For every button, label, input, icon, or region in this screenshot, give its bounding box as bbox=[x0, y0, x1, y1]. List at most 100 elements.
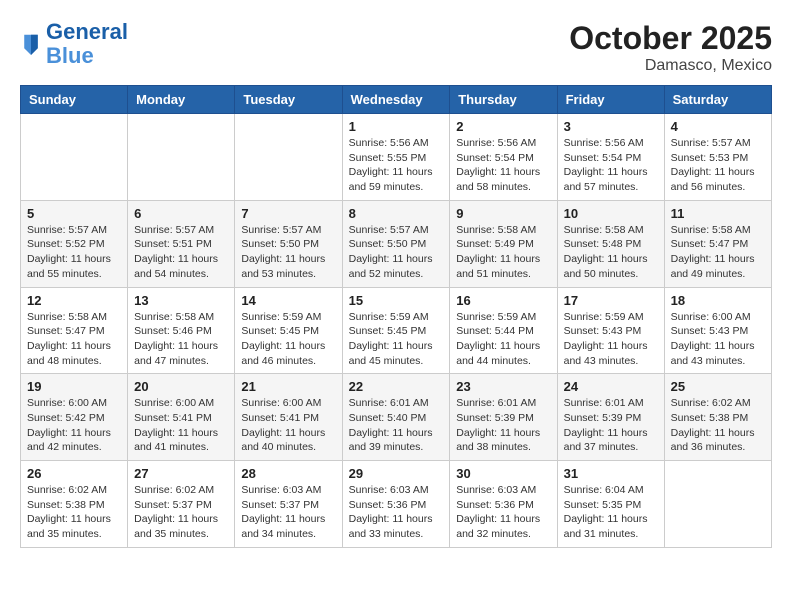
day-info: Sunrise: 6:02 AM Sunset: 5:37 PM Dayligh… bbox=[134, 483, 228, 542]
calendar-cell: 4 Sunrise: 5:57 AM Sunset: 5:53 PM Daylig… bbox=[664, 114, 771, 201]
day-number: 14 bbox=[241, 293, 335, 308]
calendar-cell: 6 Sunrise: 5:57 AM Sunset: 5:51 PM Daylig… bbox=[128, 200, 235, 287]
day-number: 23 bbox=[456, 379, 550, 394]
day-info: Sunrise: 6:04 AM Sunset: 5:35 PM Dayligh… bbox=[564, 483, 658, 542]
calendar-cell: 10 Sunrise: 5:58 AM Sunset: 5:48 PM Dayli… bbox=[557, 200, 664, 287]
calendar-table: SundayMondayTuesdayWednesdayThursdayFrid… bbox=[20, 85, 772, 548]
calendar-cell: 11 Sunrise: 5:58 AM Sunset: 5:47 PM Dayli… bbox=[664, 200, 771, 287]
day-number: 24 bbox=[564, 379, 658, 394]
calendar-cell: 13 Sunrise: 5:58 AM Sunset: 5:46 PM Dayli… bbox=[128, 287, 235, 374]
day-number: 8 bbox=[349, 206, 444, 221]
day-number: 21 bbox=[241, 379, 335, 394]
calendar-week-row: 26Sunrise: 6:02 AM Sunset: 5:38 PM Dayli… bbox=[21, 461, 772, 548]
calendar-week-row: 1 Sunrise: 5:56 AM Sunset: 5:55 PM Daylig… bbox=[21, 114, 772, 201]
calendar-cell: 31 Sunrise: 6:04 AM Sunset: 5:35 PM Dayli… bbox=[557, 461, 664, 548]
day-number: 2 bbox=[456, 119, 550, 134]
day-info: Sunrise: 6:01 AM Sunset: 5:39 PM Dayligh… bbox=[564, 396, 658, 455]
day-info: Sunrise: 6:03 AM Sunset: 5:37 PM Dayligh… bbox=[241, 483, 335, 542]
day-number: 26 bbox=[27, 466, 121, 481]
day-number: 28 bbox=[241, 466, 335, 481]
day-info: Sunrise: 6:03 AM Sunset: 5:36 PM Dayligh… bbox=[349, 483, 444, 542]
logo-text: General Blue bbox=[46, 20, 128, 68]
day-number: 19 bbox=[27, 379, 121, 394]
day-number: 22 bbox=[349, 379, 444, 394]
calendar-cell: 8Sunrise: 5:57 AM Sunset: 5:50 PM Daylig… bbox=[342, 200, 450, 287]
day-info: Sunrise: 5:56 AM Sunset: 5:54 PM Dayligh… bbox=[456, 136, 550, 195]
calendar-cell: 18 Sunrise: 6:00 AM Sunset: 5:43 PM Dayli… bbox=[664, 287, 771, 374]
day-number: 11 bbox=[671, 206, 765, 221]
calendar-cell: 5Sunrise: 5:57 AM Sunset: 5:52 PM Daylig… bbox=[21, 200, 128, 287]
day-number: 29 bbox=[349, 466, 444, 481]
calendar-week-row: 5Sunrise: 5:57 AM Sunset: 5:52 PM Daylig… bbox=[21, 200, 772, 287]
day-info: Sunrise: 6:02 AM Sunset: 5:38 PM Dayligh… bbox=[671, 396, 765, 455]
calendar-cell: 14 Sunrise: 5:59 AM Sunset: 5:45 PM Dayli… bbox=[235, 287, 342, 374]
weekday-header-wednesday: Wednesday bbox=[342, 86, 450, 114]
day-info: Sunrise: 5:58 AM Sunset: 5:47 PM Dayligh… bbox=[27, 310, 121, 369]
day-number: 3 bbox=[564, 119, 658, 134]
title-block: October 2025 Damasco, Mexico bbox=[569, 20, 772, 75]
day-info: Sunrise: 5:59 AM Sunset: 5:43 PM Dayligh… bbox=[564, 310, 658, 369]
day-info: Sunrise: 6:00 AM Sunset: 5:43 PM Dayligh… bbox=[671, 310, 765, 369]
day-number: 15 bbox=[349, 293, 444, 308]
calendar-cell: 9Sunrise: 5:58 AM Sunset: 5:49 PM Daylig… bbox=[450, 200, 557, 287]
calendar-cell: 30Sunrise: 6:03 AM Sunset: 5:36 PM Dayli… bbox=[450, 461, 557, 548]
day-number: 10 bbox=[564, 206, 658, 221]
day-info: Sunrise: 5:58 AM Sunset: 5:46 PM Dayligh… bbox=[134, 310, 228, 369]
day-info: Sunrise: 5:57 AM Sunset: 5:51 PM Dayligh… bbox=[134, 223, 228, 282]
calendar-cell: 15 Sunrise: 5:59 AM Sunset: 5:45 PM Dayli… bbox=[342, 287, 450, 374]
day-info: Sunrise: 5:57 AM Sunset: 5:53 PM Dayligh… bbox=[671, 136, 765, 195]
day-info: Sunrise: 5:57 AM Sunset: 5:50 PM Dayligh… bbox=[241, 223, 335, 282]
calendar-week-row: 12Sunrise: 5:58 AM Sunset: 5:47 PM Dayli… bbox=[21, 287, 772, 374]
day-number: 1 bbox=[349, 119, 444, 134]
day-number: 7 bbox=[241, 206, 335, 221]
page-header: General Blue October 2025 Damasco, Mexic… bbox=[20, 20, 772, 75]
logo: General Blue bbox=[20, 20, 128, 68]
page-title: October 2025 bbox=[569, 20, 772, 57]
day-number: 4 bbox=[671, 119, 765, 134]
day-info: Sunrise: 6:00 AM Sunset: 5:42 PM Dayligh… bbox=[27, 396, 121, 455]
day-number: 25 bbox=[671, 379, 765, 394]
day-number: 16 bbox=[456, 293, 550, 308]
day-number: 9 bbox=[456, 206, 550, 221]
weekday-header-tuesday: Tuesday bbox=[235, 86, 342, 114]
logo-line2: Blue bbox=[46, 44, 128, 68]
calendar-cell: 23Sunrise: 6:01 AM Sunset: 5:39 PM Dayli… bbox=[450, 374, 557, 461]
day-info: Sunrise: 5:56 AM Sunset: 5:55 PM Dayligh… bbox=[349, 136, 444, 195]
calendar-cell: 12Sunrise: 5:58 AM Sunset: 5:47 PM Dayli… bbox=[21, 287, 128, 374]
calendar-cell: 20 Sunrise: 6:00 AM Sunset: 5:41 PM Dayli… bbox=[128, 374, 235, 461]
weekday-header-saturday: Saturday bbox=[664, 86, 771, 114]
day-info: Sunrise: 6:01 AM Sunset: 5:40 PM Dayligh… bbox=[349, 396, 444, 455]
weekday-header-friday: Friday bbox=[557, 86, 664, 114]
day-number: 13 bbox=[134, 293, 228, 308]
day-info: Sunrise: 5:59 AM Sunset: 5:45 PM Dayligh… bbox=[241, 310, 335, 369]
calendar-cell: 16Sunrise: 5:59 AM Sunset: 5:44 PM Dayli… bbox=[450, 287, 557, 374]
day-number: 31 bbox=[564, 466, 658, 481]
calendar-cell: 19 Sunrise: 6:00 AM Sunset: 5:42 PM Dayli… bbox=[21, 374, 128, 461]
logo-line1: General bbox=[46, 20, 128, 44]
weekday-header-sunday: Sunday bbox=[21, 86, 128, 114]
day-number: 18 bbox=[671, 293, 765, 308]
calendar-cell: 3 Sunrise: 5:56 AM Sunset: 5:54 PM Daylig… bbox=[557, 114, 664, 201]
calendar-cell: 25 Sunrise: 6:02 AM Sunset: 5:38 PM Dayli… bbox=[664, 374, 771, 461]
calendar-week-row: 19 Sunrise: 6:00 AM Sunset: 5:42 PM Dayli… bbox=[21, 374, 772, 461]
day-number: 17 bbox=[564, 293, 658, 308]
day-number: 6 bbox=[134, 206, 228, 221]
calendar-cell: 22 Sunrise: 6:01 AM Sunset: 5:40 PM Dayli… bbox=[342, 374, 450, 461]
logo-icon bbox=[22, 33, 40, 55]
day-info: Sunrise: 5:58 AM Sunset: 5:47 PM Dayligh… bbox=[671, 223, 765, 282]
calendar-cell: 24 Sunrise: 6:01 AM Sunset: 5:39 PM Dayli… bbox=[557, 374, 664, 461]
day-info: Sunrise: 6:00 AM Sunset: 5:41 PM Dayligh… bbox=[134, 396, 228, 455]
calendar-cell: 21 Sunrise: 6:00 AM Sunset: 5:41 PM Dayli… bbox=[235, 374, 342, 461]
calendar-cell: 2 Sunrise: 5:56 AM Sunset: 5:54 PM Daylig… bbox=[450, 114, 557, 201]
day-info: Sunrise: 5:56 AM Sunset: 5:54 PM Dayligh… bbox=[564, 136, 658, 195]
calendar-cell bbox=[21, 114, 128, 201]
day-info: Sunrise: 6:00 AM Sunset: 5:41 PM Dayligh… bbox=[241, 396, 335, 455]
day-info: Sunrise: 5:59 AM Sunset: 5:45 PM Dayligh… bbox=[349, 310, 444, 369]
calendar-cell: 28 Sunrise: 6:03 AM Sunset: 5:37 PM Dayli… bbox=[235, 461, 342, 548]
day-info: Sunrise: 5:58 AM Sunset: 5:48 PM Dayligh… bbox=[564, 223, 658, 282]
day-number: 20 bbox=[134, 379, 228, 394]
weekday-header-monday: Monday bbox=[128, 86, 235, 114]
calendar-cell: 17 Sunrise: 5:59 AM Sunset: 5:43 PM Dayli… bbox=[557, 287, 664, 374]
calendar-cell: 26Sunrise: 6:02 AM Sunset: 5:38 PM Dayli… bbox=[21, 461, 128, 548]
calendar-cell bbox=[664, 461, 771, 548]
